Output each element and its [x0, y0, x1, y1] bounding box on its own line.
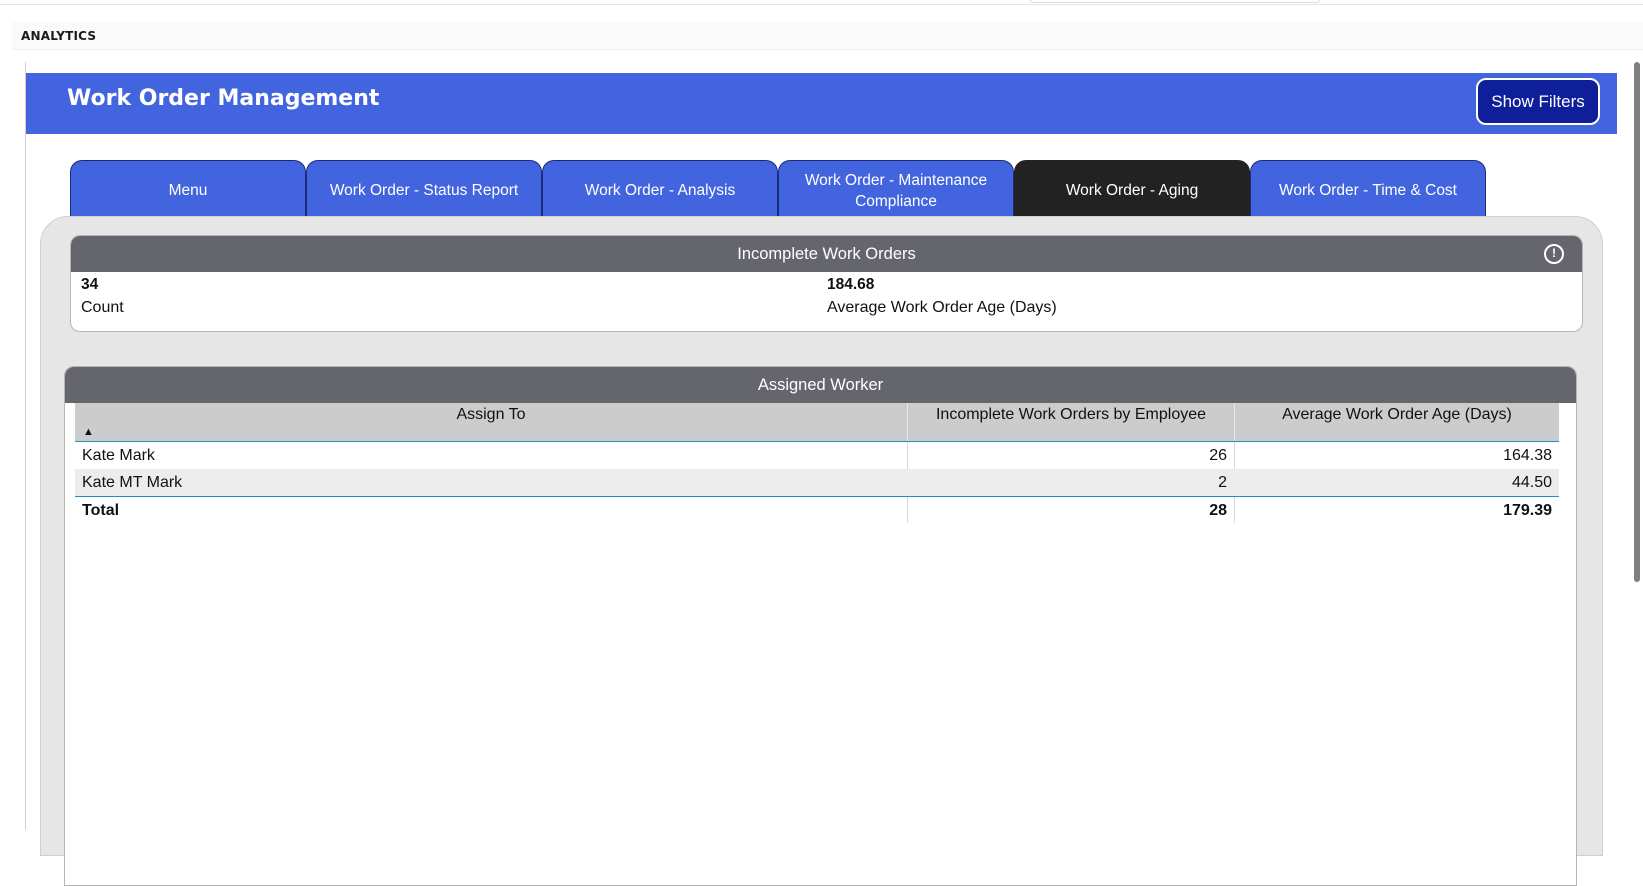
- cell-total-count: 28: [1209, 502, 1227, 519]
- kpi-average-age-value: 184.68: [827, 276, 875, 293]
- scrollbar-thumb[interactable]: [1634, 62, 1640, 582]
- cell-age: 164.38: [1503, 447, 1552, 464]
- card-header: Incomplete Work Orders !: [71, 236, 1582, 272]
- table-row[interactable]: Kate MT Mark 2 44.50: [75, 469, 1559, 496]
- cell-assign-to: Kate Mark: [82, 447, 155, 464]
- cell-count: 2: [1218, 474, 1227, 491]
- sort-ascending-icon[interactable]: ▲: [83, 427, 94, 438]
- tab-time-cost[interactable]: Work Order - Time & Cost: [1250, 160, 1486, 216]
- tab-maintenance-compliance[interactable]: Work Order - Maintenance Compliance: [778, 160, 1014, 216]
- tab-menu[interactable]: Menu: [70, 160, 306, 216]
- tab-analysis[interactable]: Work Order - Analysis: [542, 160, 778, 216]
- show-filters-button[interactable]: Show Filters: [1476, 78, 1600, 125]
- kpi-count-value: 34: [81, 276, 99, 293]
- card-header: Assigned Worker: [65, 367, 1576, 403]
- table-header: Assign To ▲ Incomplete Work Orders by Em…: [75, 403, 1559, 442]
- top-border: [0, 0, 1643, 5]
- assigned-worker-card: Assigned Worker Assign To ▲ Incomplete W…: [64, 366, 1577, 886]
- cell-assign-to: Kate MT Mark: [82, 474, 183, 491]
- app-label: ANALYTICS: [21, 29, 97, 43]
- cell-total-age: 179.39: [1503, 502, 1552, 519]
- top-tab-outline: [1030, 0, 1320, 3]
- column-header-assign-to[interactable]: Assign To ▲: [75, 403, 907, 441]
- table-total-row: Total 28 179.39: [75, 496, 1559, 523]
- info-icon[interactable]: !: [1544, 244, 1564, 264]
- card-title: Incomplete Work Orders: [737, 244, 916, 263]
- app-label-bar: ANALYTICS: [12, 22, 1643, 50]
- tab-status-report[interactable]: Work Order - Status Report: [306, 160, 542, 216]
- kpi-count: 34 Count: [81, 276, 124, 317]
- frame-border: [25, 62, 26, 830]
- kpi-average-age-label: Average Work Order Age (Days): [827, 299, 1057, 316]
- cell-total-label: Total: [82, 502, 120, 519]
- column-header-average-age[interactable]: Average Work Order Age (Days): [1234, 403, 1559, 441]
- cell-age: 44.50: [1511, 474, 1552, 491]
- card-title: Assigned Worker: [757, 375, 884, 394]
- assigned-worker-table: Assign To ▲ Incomplete Work Orders by Em…: [75, 403, 1559, 523]
- kpi-count-label: Count: [81, 299, 124, 316]
- table-body: Kate Mark 26 164.38 Kate MT Mark 2 44.50…: [75, 442, 1559, 523]
- page-title: Work Order Management: [67, 86, 380, 111]
- page-header: Work Order Management Show Filters: [26, 73, 1617, 134]
- kpi-average-age: 184.68 Average Work Order Age (Days): [827, 276, 1057, 317]
- column-header-incomplete-count[interactable]: Incomplete Work Orders by Employee: [907, 403, 1234, 441]
- tab-aging[interactable]: Work Order - Aging: [1014, 160, 1250, 216]
- incomplete-work-orders-card: Incomplete Work Orders ! 34 Count 184.68…: [70, 235, 1583, 332]
- table-row[interactable]: Kate Mark 26 164.38: [75, 442, 1559, 469]
- cell-count: 26: [1209, 447, 1227, 464]
